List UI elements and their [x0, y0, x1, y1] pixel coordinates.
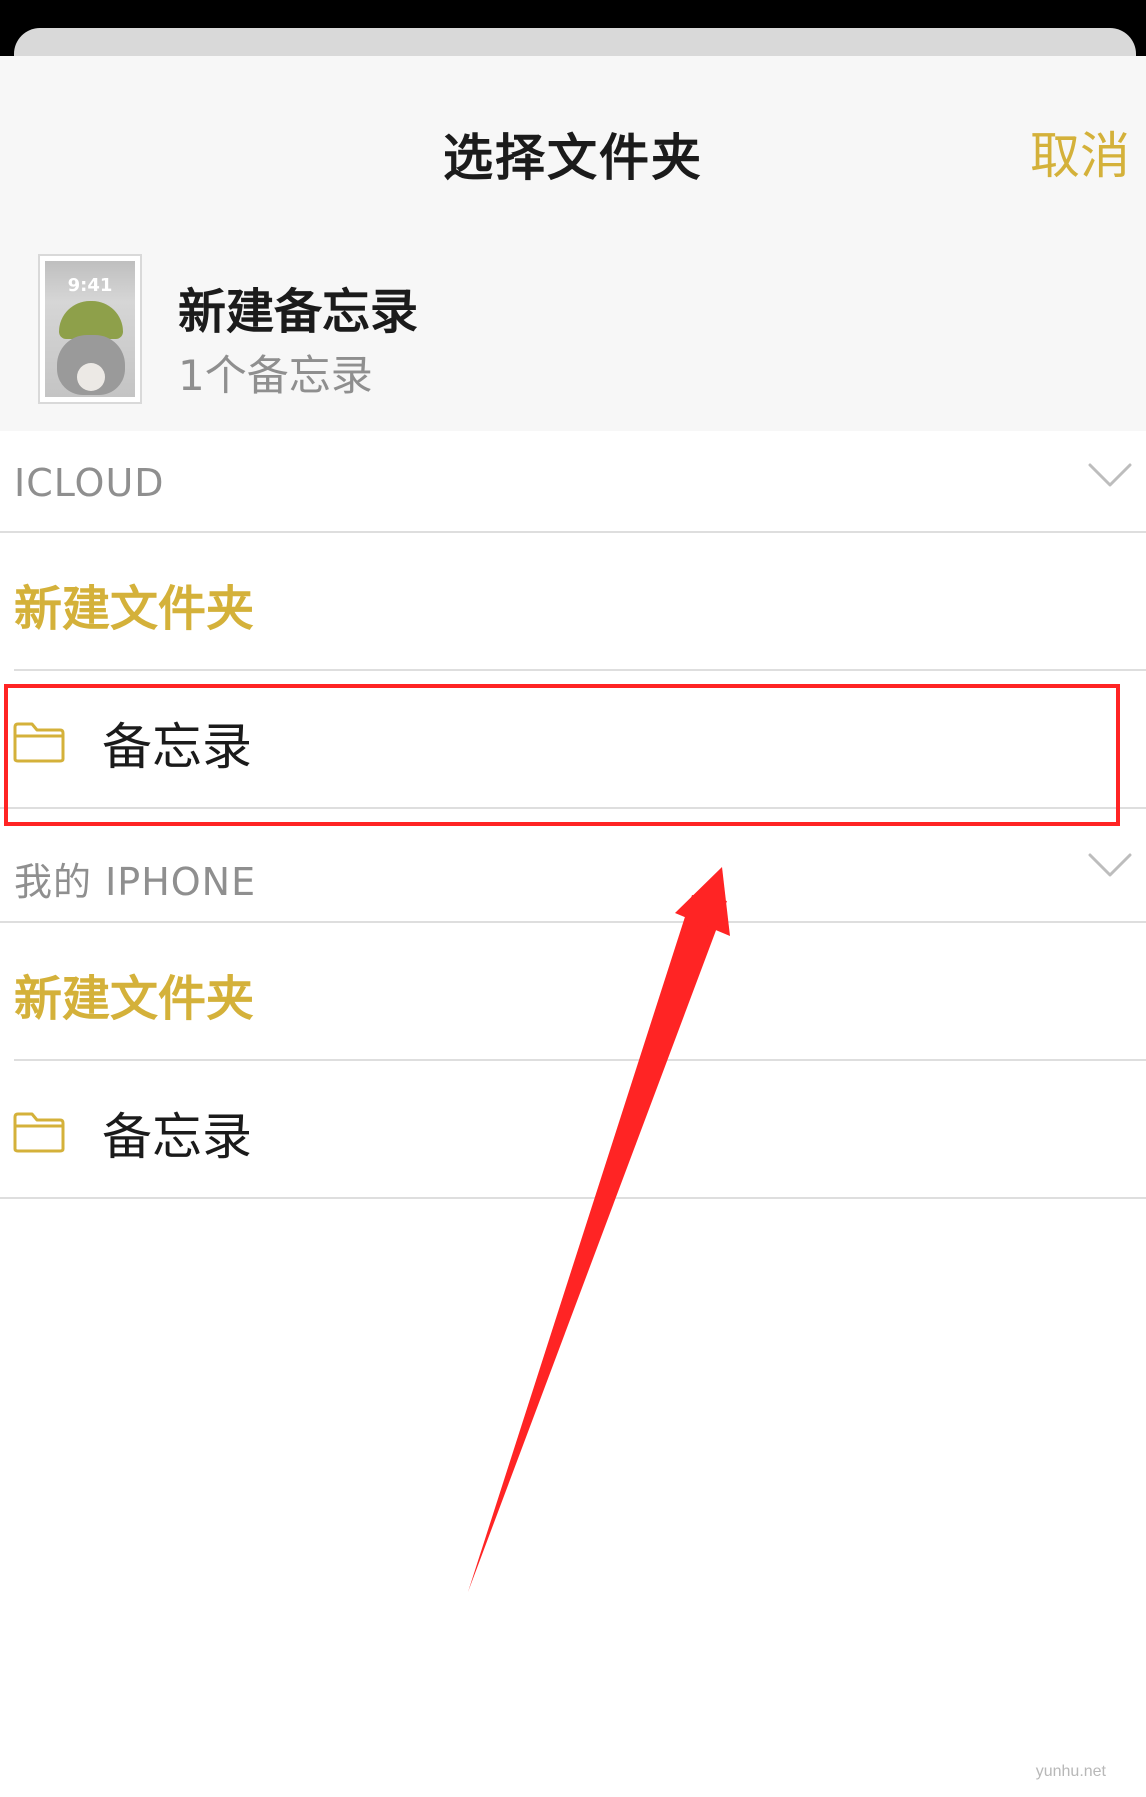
watermark: yunhu.net	[1035, 1763, 1106, 1780]
new-folder-iphone-button[interactable]: 新建文件夹	[0, 923, 1146, 1061]
folder-picker-sheet: 选择文件夹 取消 9:41 新建备忘录 1个备忘录 ICLOUD 新建文件夹 备…	[0, 56, 1146, 1797]
folder-label: 备忘录	[102, 1108, 252, 1166]
thumbnail-cat-shape	[57, 335, 125, 395]
note-thumbnail: 9:41	[38, 254, 142, 404]
new-folder-icloud-button[interactable]: 新建文件夹	[0, 533, 1146, 671]
section-header-icloud[interactable]: ICLOUD	[0, 431, 1146, 533]
folder-row-iphone-notes[interactable]: 备忘录	[0, 1061, 1146, 1199]
new-folder-label: 新建文件夹	[14, 581, 255, 637]
note-count: 1个备忘录	[178, 351, 373, 400]
section-label-my-iphone: 我的 IPHONE	[14, 860, 257, 904]
annotation-highlight-box	[4, 684, 1120, 826]
thumbnail-time: 9:41	[67, 275, 113, 296]
section-label-icloud: ICLOUD	[14, 461, 165, 505]
new-folder-label: 新建文件夹	[14, 971, 255, 1027]
note-title: 新建备忘录	[178, 284, 419, 340]
note-thumbnail-image: 9:41	[45, 261, 135, 397]
picker-header: 选择文件夹 取消 9:41 新建备忘录 1个备忘录	[0, 56, 1146, 431]
section-header-my-iphone[interactable]: 我的 IPHONE	[0, 821, 1146, 923]
folder-icon	[13, 1112, 65, 1153]
page-title: 选择文件夹	[443, 129, 703, 187]
chevron-down-icon[interactable]	[1088, 461, 1132, 489]
row-divider	[0, 1197, 1146, 1199]
thumbnail-hat-shape	[59, 301, 123, 339]
cancel-button[interactable]: 取消	[1030, 116, 1130, 188]
chevron-down-icon[interactable]	[1088, 851, 1132, 879]
